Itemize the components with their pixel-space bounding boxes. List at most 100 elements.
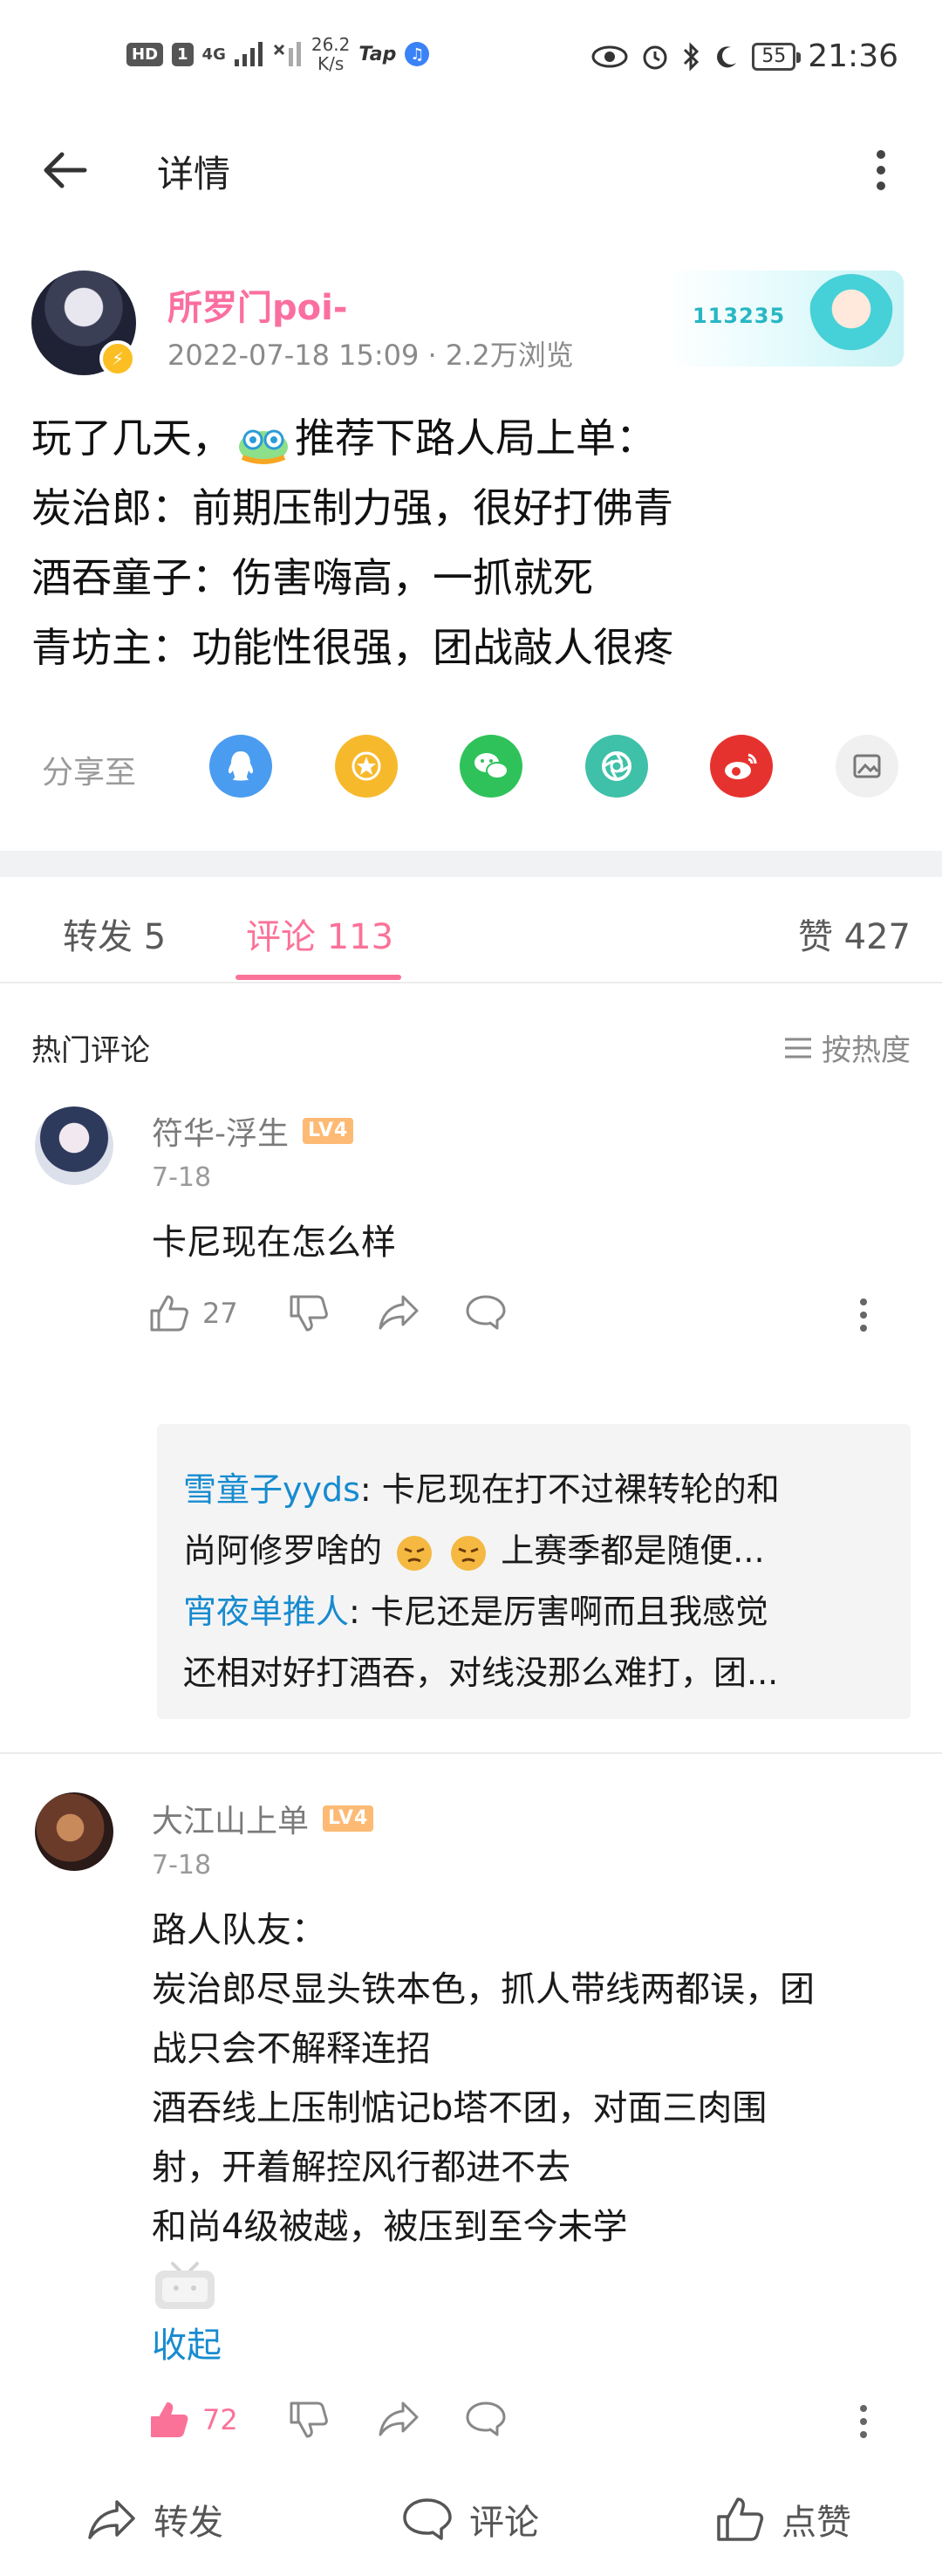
comment-body-line: 和尚4级被越，被压到至今未学	[152, 2207, 628, 2247]
comment-body-line: 射，开着解控风行都进不去	[152, 2148, 570, 2188]
bottom-like-label: 点赞	[782, 2503, 851, 2543]
bottom-action-bar: 转发 评论 点赞	[0, 2461, 942, 2576]
tab-likes[interactable]: 赞 427	[798, 908, 911, 959]
status-bar: HD 1 4G 26.2 K/s Tap ♫ 55 21:36	[0, 0, 942, 113]
comment-like-count: 27	[202, 1297, 238, 1330]
share-wechat-button[interactable]	[460, 735, 522, 798]
comment-share-button[interactable]	[377, 2400, 420, 2438]
tab-repost[interactable]: 转发 5	[63, 908, 166, 959]
comment-share-button[interactable]	[377, 1293, 420, 1332]
reply-line: 尚阿修罗啥的 上赛季都是随便...	[183, 1520, 884, 1581]
comment-actions: 27	[148, 1293, 872, 1346]
wechat-icon	[474, 753, 509, 779]
share-weibo-button[interactable]	[710, 735, 773, 798]
commenter-name[interactable]: 符华-浮生	[152, 1108, 289, 1154]
comment-actions: 72	[148, 2400, 872, 2452]
eye-icon	[591, 45, 628, 67]
comment-more-button[interactable]	[855, 2405, 872, 2438]
hot-comments-title: 热门评论	[31, 1033, 150, 1068]
reply-username[interactable]: 宵夜单推人	[183, 1593, 349, 1631]
bottom-like-button[interactable]: 点赞	[715, 2494, 851, 2545]
comment-dislike-button[interactable]	[288, 1293, 330, 1333]
commenter-name-row: 符华-浮生 LV4	[152, 1108, 354, 1154]
active-tab-indicator	[236, 975, 401, 980]
reply-line: 还相对好打酒吞，对线没那么难打，团...	[183, 1654, 779, 1692]
commenter-avatar[interactable]	[35, 1106, 113, 1185]
comment-dislike-button[interactable]	[288, 2400, 330, 2440]
bottom-repost-label: 转发	[154, 2503, 223, 2543]
music-icon: ♫	[405, 42, 430, 66]
commenter-name[interactable]: 大江山上单	[152, 1796, 309, 1841]
post-content: 玩了几天， 推荐下路人局上单： 炭治郎：前期压制力强，很好打佛青 酒吞童子：伤害嗨…	[31, 403, 912, 682]
page-title: 详情	[157, 153, 231, 195]
bottom-comment-button[interactable]: 评论	[401, 2494, 539, 2545]
aperture-icon	[602, 751, 631, 781]
reply-line: 雪童子yyds: 卡尼现在打不过裸转轮的和	[183, 1459, 884, 1520]
hot-comments-header: 热门评论 按热度	[0, 1021, 942, 1073]
emoji-sticker-icon	[239, 429, 288, 464]
more-options-button[interactable]	[855, 140, 907, 201]
net-speed-value: 26.2	[311, 34, 351, 55]
clock: 21:36	[808, 38, 898, 74]
reply-preview-box[interactable]: 雪童子yyds: 卡尼现在打不过裸转轮的和 尚阿修罗啥的 上赛季都是随便... …	[157, 1424, 911, 1719]
sort-button[interactable]: 按热度	[783, 1026, 911, 1069]
net-speed-unit: K/s	[317, 53, 345, 74]
collapse-link[interactable]: 收起	[152, 2316, 911, 2375]
comment-body-line: 炭治郎尽显头铁本色，抓人带线两都误，团	[152, 1970, 815, 2010]
comment-reply-button[interactable]	[464, 2400, 508, 2438]
comment-body-line: 战只会不解释连招	[152, 2029, 431, 2069]
thumb-down-icon	[290, 2401, 328, 2438]
bottom-repost-button[interactable]: 转发	[85, 2494, 223, 2545]
post-meta: 2022-07-18 15:09 · 2.2万浏览	[167, 339, 574, 372]
reply-text: : 卡尼现在打不过裸转轮的和	[359, 1470, 780, 1509]
post-line: 酒吞童子：伤害嗨高，一抓就死	[31, 554, 593, 601]
commenter-name-row: 大江山上单 LV4	[152, 1796, 374, 1841]
net-speed: 26.2 K/s	[311, 35, 351, 73]
more-dot	[860, 1325, 867, 1332]
lightning-icon: ⚡	[99, 340, 136, 377]
share-qq-button[interactable]	[209, 735, 272, 798]
comment-like-button[interactable]: 27	[148, 1293, 238, 1333]
tap-app-indicator: Tap	[358, 43, 397, 65]
more-dot	[860, 1312, 867, 1319]
angry-face-emoji-icon	[397, 1535, 433, 1571]
author-name[interactable]: 所罗门poi-	[167, 279, 347, 330]
bluetooth-icon	[684, 41, 700, 72]
share-arrow-icon	[88, 2500, 135, 2539]
top-app-bar: 详情	[0, 122, 942, 218]
post-line: 青坊主：功能性很强，团战敲人很疼	[31, 624, 673, 671]
moon-icon	[717, 45, 737, 67]
fan-badge-card[interactable]: 113235	[668, 271, 904, 367]
comment-like-button[interactable]: 72	[148, 2400, 238, 2440]
more-dot	[860, 2431, 867, 2438]
back-button[interactable]	[35, 140, 96, 201]
thumb-down-icon	[290, 1295, 328, 1332]
commenter-avatar[interactable]	[35, 1792, 113, 1871]
list-icon	[785, 1038, 811, 1058]
arrow-left-icon	[44, 152, 87, 188]
post-line: 炭治郎：前期压制力强，很好打佛青	[31, 484, 673, 531]
more-dot	[877, 166, 885, 175]
tab-comments[interactable]: 评论 113	[246, 908, 393, 959]
level-badge: LV4	[303, 1118, 354, 1144]
tv-emoji-icon	[152, 2257, 911, 2316]
comment-reply-button[interactable]	[464, 1293, 508, 1332]
share-moments-button[interactable]	[585, 735, 648, 798]
angry-face-emoji-icon	[451, 1535, 487, 1571]
comment-body: 路人队友： 炭治郎尽显头铁本色，抓人带线两都误，团 战只会不解释连招 酒吞线上压…	[152, 1901, 911, 2375]
reply-text: 尚阿修罗啥的	[183, 1531, 383, 1570]
battery-indicator: 55	[752, 42, 802, 71]
comment-more-button[interactable]	[855, 1298, 872, 1332]
share-qzone-button[interactable]	[335, 735, 398, 798]
more-dots-icon	[860, 1298, 867, 1305]
share-image-button[interactable]	[836, 735, 898, 798]
reply-username[interactable]: 雪童子yyds	[183, 1470, 360, 1509]
more-dots-icon	[860, 2405, 867, 2412]
bottom-comment-label: 评论	[469, 2503, 539, 2543]
reply-line: 宵夜单推人: 卡尼还是厉害啊而且我感觉	[183, 1581, 884, 1642]
thumb-up-icon	[150, 1295, 188, 1332]
tv-face-icon	[155, 2262, 215, 2309]
more-dot	[877, 182, 885, 190]
signal-off-icon	[273, 42, 301, 66]
comment-body-line: 路人队友：	[152, 1910, 326, 1950]
